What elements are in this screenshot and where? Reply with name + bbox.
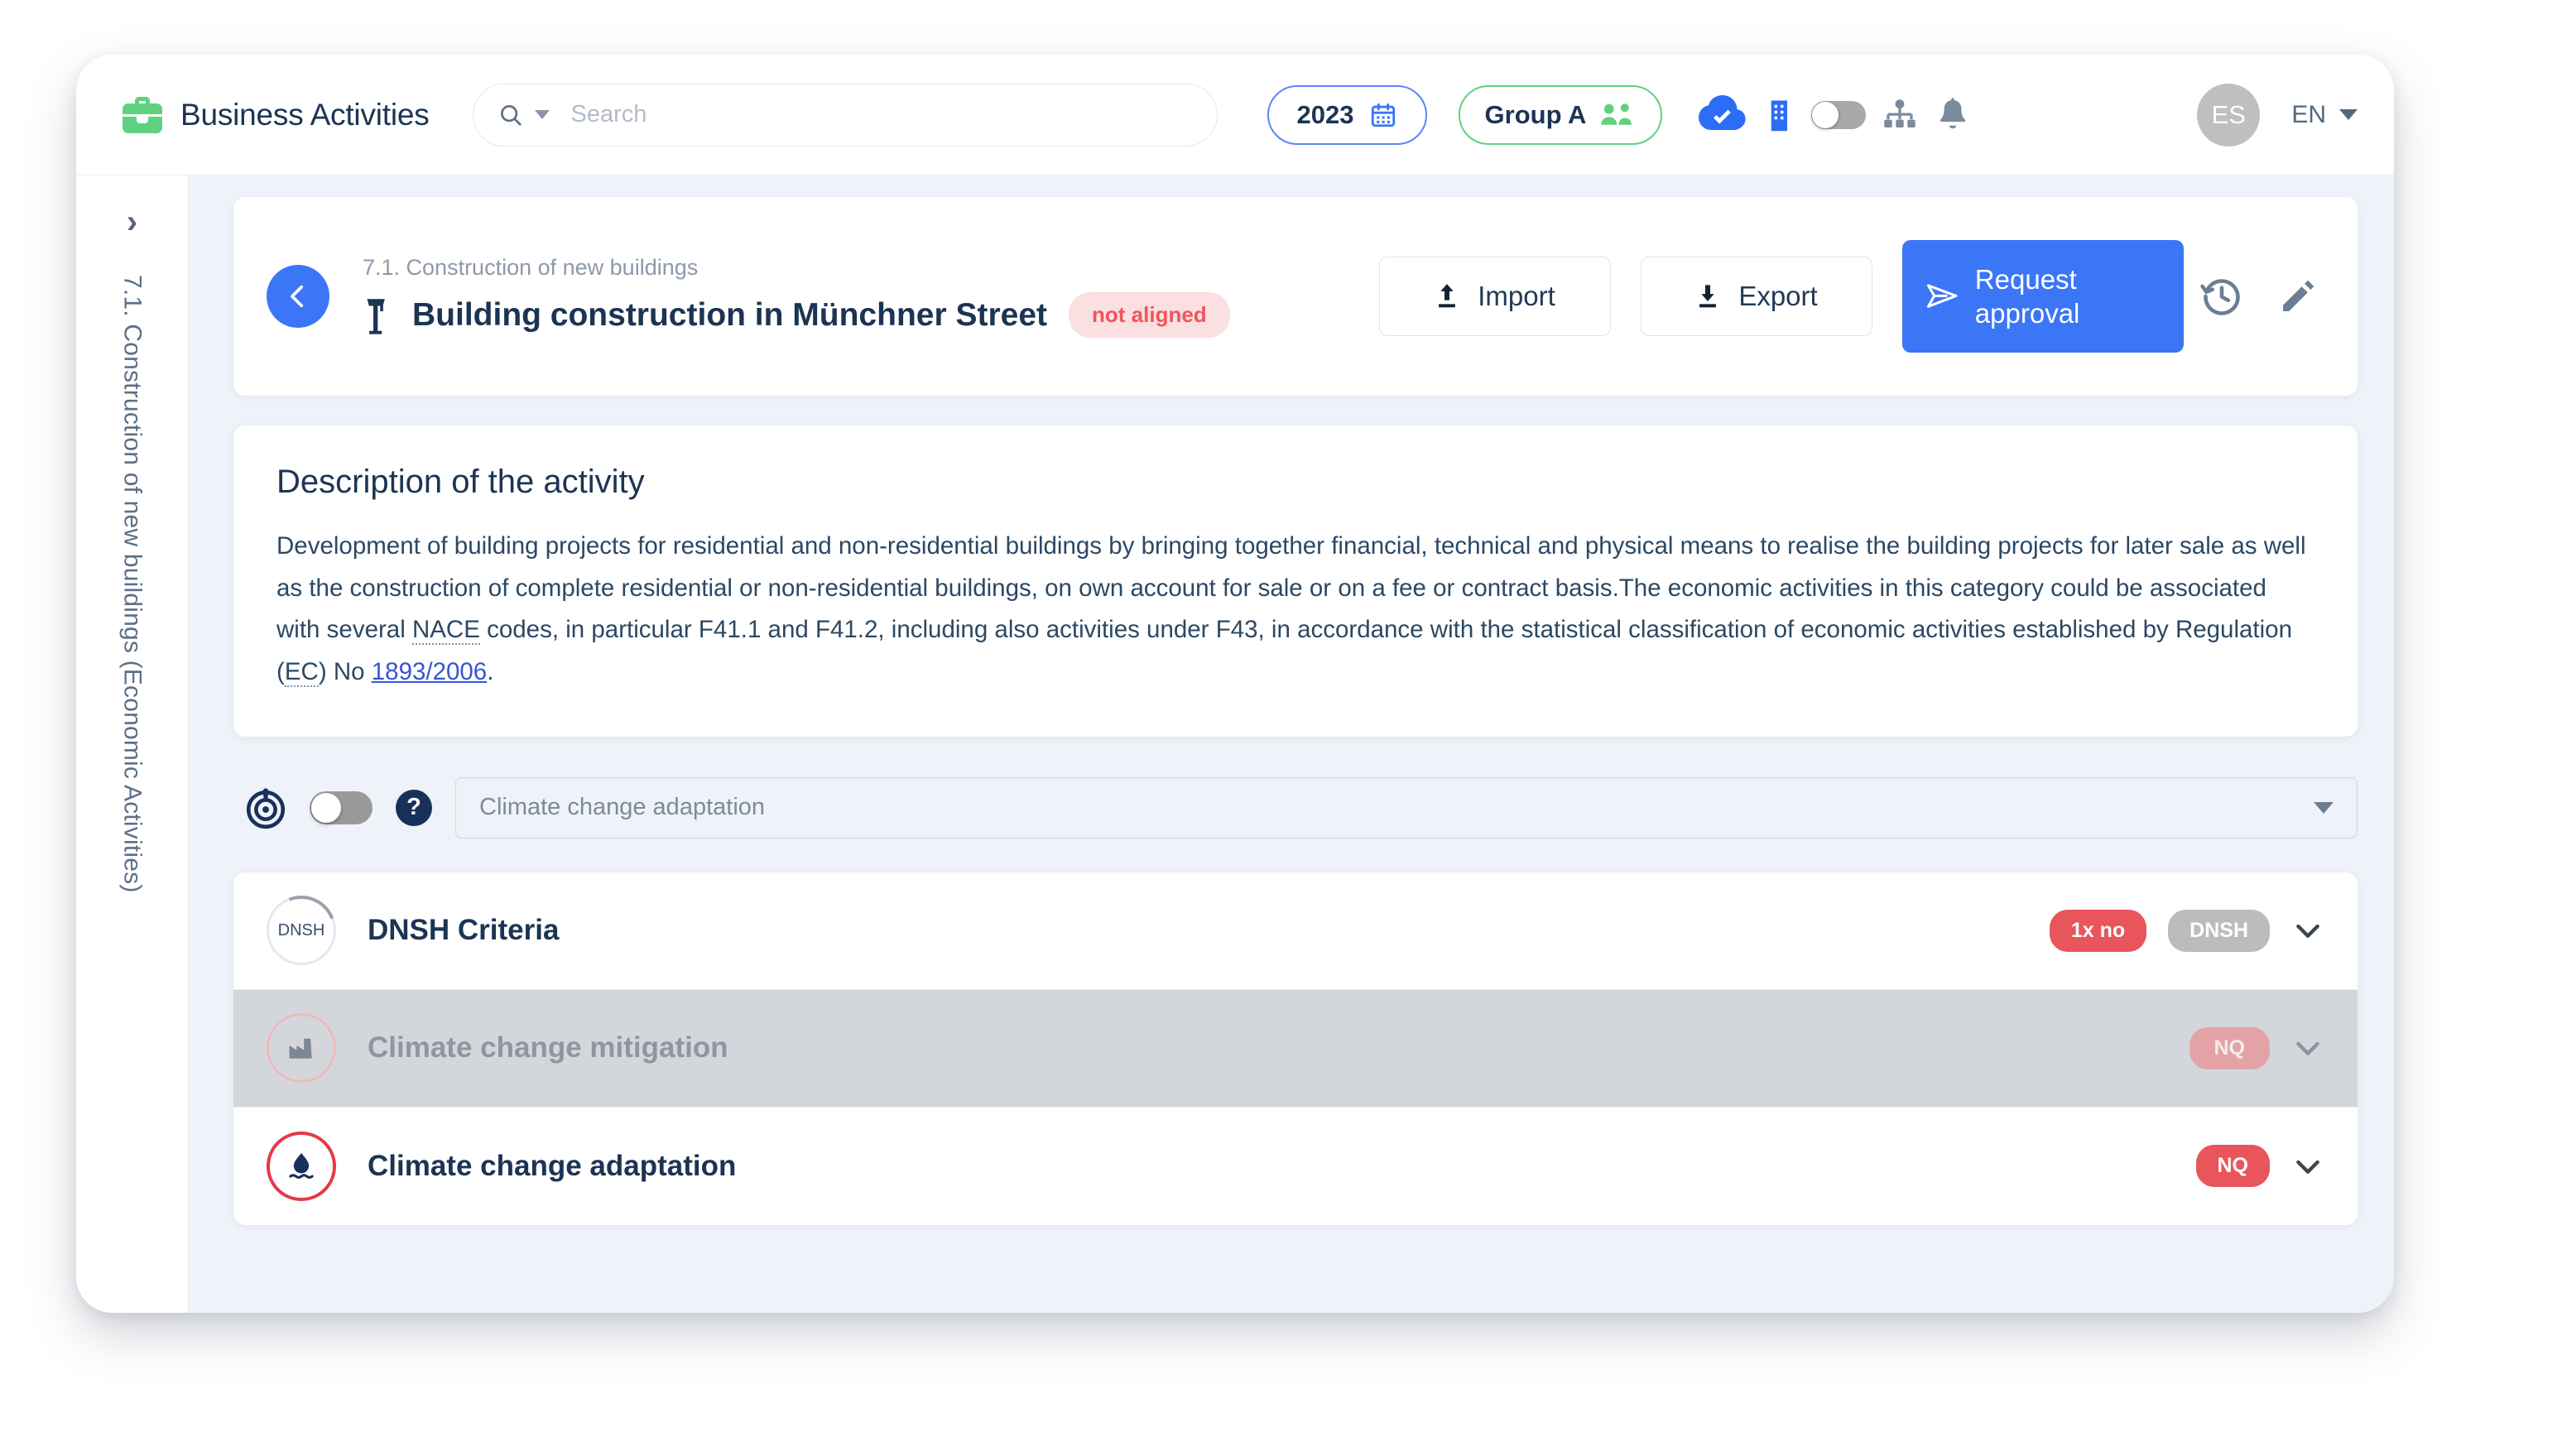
objective-toggle-knob [311, 792, 341, 823]
people-icon [1601, 103, 1632, 125]
flood-water-icon [289, 1152, 314, 1179]
status-icon-group [1699, 94, 1968, 136]
criteria-row-mitigation[interactable]: Climate change mitigation NQ [233, 989, 2358, 1108]
description-part-4: . [487, 658, 494, 686]
edit-button[interactable] [2260, 258, 2336, 334]
chevron-down-icon[interactable] [2291, 1150, 2324, 1183]
header-toggle-knob [1812, 101, 1839, 128]
history-button[interactable] [2184, 258, 2260, 334]
sidebar-expand-chevron-right-icon[interactable]: › [127, 205, 137, 238]
description-card: Description of the activity Development … [233, 425, 2358, 737]
criteria-row-right: NQ [2189, 1026, 2325, 1069]
language-label: EN [2291, 100, 2326, 128]
ec-abbr: EC [284, 658, 319, 688]
nq-badge: NQ [2189, 1026, 2270, 1069]
criteria-label: Climate change mitigation [368, 1031, 728, 1064]
chevron-down-icon[interactable] [2291, 1031, 2324, 1064]
bell-icon[interactable] [1937, 97, 1968, 133]
export-button[interactable]: Export [1641, 257, 1872, 336]
avatar[interactable]: ES [2197, 83, 2261, 147]
building-icon[interactable] [1768, 98, 1795, 132]
history-clock-icon [2200, 279, 2240, 315]
criteria-row-right: NQ [2195, 1145, 2325, 1188]
request-approval-label: Request approval [1974, 263, 2080, 329]
description-heading: Description of the activity [276, 464, 645, 500]
criteria-label: DNSH Criteria [368, 914, 560, 947]
title-row: Building construction in Münchner Street… [363, 292, 1230, 338]
nace-abbr: NACE [411, 616, 480, 646]
factory-icon [289, 1039, 312, 1060]
criteria-list: DNSH DNSH Criteria 1x no DNSH Climate ch… [233, 872, 2358, 1225]
objective-select-value: Climate change adaptation [479, 794, 766, 821]
pencil-icon [2283, 280, 2314, 311]
help-circle-icon[interactable]: ? [396, 789, 432, 826]
download-icon [1699, 285, 1717, 308]
cloud-check-icon[interactable] [1699, 94, 1748, 136]
criteria-row-right: 1x no DNSH [2049, 909, 2324, 952]
objective-select[interactable]: Climate change adaptation [455, 776, 2358, 839]
main-content: 7.1. Construction of new buildings Build… [189, 175, 2394, 1313]
objective-toggle[interactable] [310, 790, 373, 824]
breadcrumb[interactable]: 7.1. Construction of new buildings [363, 255, 1230, 281]
criteria-label: Climate change adaptation [368, 1149, 737, 1182]
org-chart-icon[interactable] [1882, 99, 1917, 132]
calendar-icon [1371, 103, 1395, 127]
import-label: Import [1478, 281, 1555, 311]
top-bar: Business Activities 2023 [76, 55, 2394, 175]
status-badge: not aligned [1069, 292, 1230, 338]
import-button[interactable]: Import [1379, 257, 1611, 336]
activity-header-card: 7.1. Construction of new buildings Build… [233, 197, 2358, 396]
send-icon [1927, 284, 1958, 308]
sidebar-vertical-label[interactable]: 7.1. Construction of new buildings (Econ… [118, 275, 147, 893]
upload-icon [1439, 284, 1456, 308]
brand-title: Business Activities [180, 97, 430, 132]
year-label: 2023 [1296, 99, 1354, 129]
dnsh-type-badge: DNSH [2168, 909, 2270, 952]
sidebar: › 7.1. Construction of new buildings (Ec… [76, 175, 189, 1313]
description-part-2: codes, in particular F41.1 and F41.2, in… [276, 616, 2292, 686]
body-area: › 7.1. Construction of new buildings (Ec… [76, 175, 2394, 1313]
back-button[interactable] [267, 265, 329, 328]
header-actions: Import Export Request approval [1379, 240, 2336, 353]
search-filter-caret-icon[interactable] [534, 110, 550, 119]
description-text: Development of building projects for res… [276, 526, 2314, 694]
chevron-down-icon [2314, 801, 2334, 814]
app-window: Business Activities 2023 [76, 55, 2394, 1313]
briefcase-icon [123, 96, 162, 133]
adaptation-icon-ring [267, 1131, 336, 1201]
chevron-down-icon[interactable] [2291, 914, 2324, 947]
nq-badge: NQ [2195, 1145, 2270, 1188]
search-bar[interactable] [472, 83, 1218, 147]
export-label: Export [1738, 281, 1818, 311]
language-selector[interactable]: EN [2291, 101, 2358, 129]
chevron-down-icon [2339, 109, 2358, 120]
power-target-icon[interactable] [245, 786, 286, 830]
mitigation-icon-ring [267, 1013, 336, 1084]
page-title: Building construction in Münchner Street [412, 296, 1048, 333]
regulation-link[interactable]: 1893/2006 [372, 658, 487, 685]
brand: Business Activities [123, 96, 430, 133]
activity-header-texts: 7.1. Construction of new buildings Build… [363, 255, 1230, 338]
group-selector[interactable]: Group A [1458, 84, 1663, 145]
search-icon [500, 104, 522, 126]
header-toggle[interactable] [1811, 100, 1867, 129]
request-approval-button[interactable]: Request approval [1902, 240, 2184, 353]
dnsh-count-badge: 1x no [2049, 909, 2147, 952]
criteria-row-adaptation[interactable]: Climate change adaptation NQ [233, 1107, 2358, 1225]
search-input[interactable] [570, 101, 1192, 128]
group-label: Group A [1484, 99, 1587, 129]
description-part-3: ) No [318, 658, 372, 686]
criteria-row-dnsh[interactable]: DNSH DNSH Criteria 1x no DNSH [233, 872, 2358, 990]
year-selector[interactable]: 2023 [1267, 84, 1427, 145]
dnsh-progress-ring: DNSH [255, 884, 348, 977]
objective-control-row: ? Climate change adaptation [233, 765, 2358, 851]
construction-crane-icon [367, 298, 385, 334]
chevron-left-icon [291, 285, 304, 308]
